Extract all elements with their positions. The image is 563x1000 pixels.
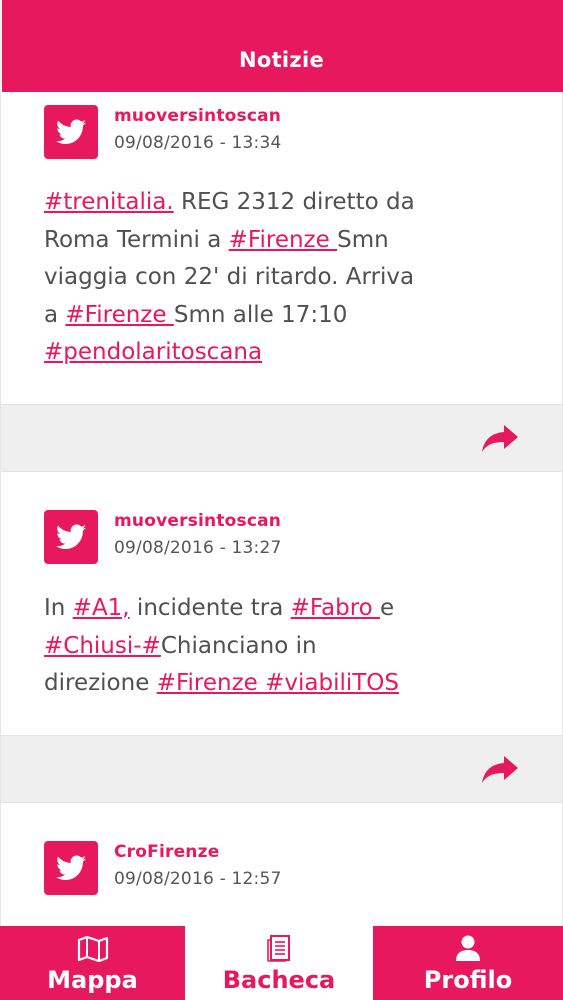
post-text-line: #pendolaritoscana <box>44 334 494 372</box>
hashtag-link[interactable]: #Chiusi-# <box>44 633 161 659</box>
hashtag-link[interactable]: #trenitalia. <box>44 189 174 215</box>
twitter-bird-icon <box>44 841 98 895</box>
page-title: Notizie <box>238 48 324 72</box>
post-text-line: a #Firenze Smn alle 17:10 <box>44 297 494 335</box>
post-action-bar <box>1 404 562 472</box>
map-icon <box>77 936 108 962</box>
post-card: muoversintoscan 09/08/2016 - 13:34 #tren… <box>1 92 562 404</box>
document-icon <box>267 935 290 962</box>
tab-label: Profilo <box>423 966 513 994</box>
header-edge <box>0 0 2 92</box>
hashtag-link[interactable]: #Firenze <box>229 227 337 253</box>
post-text-segment: Smn alle 17:10 <box>173 301 348 328</box>
post-text-segment: Roma Termini a <box>44 226 229 253</box>
post-date: 09/08/2016 - 13:34 <box>114 133 282 153</box>
post-card: muoversintoscan 09/08/2016 - 13:27 In #A… <box>1 472 562 736</box>
post-author[interactable]: muoversintoscan <box>114 511 281 531</box>
post-text-line: #Chiusi-#Chianciano in <box>44 628 494 666</box>
tab-bacheca[interactable]: Bacheca <box>185 926 373 1000</box>
news-feed[interactable]: muoversintoscan 09/08/2016 - 13:34 #tren… <box>0 92 563 926</box>
post-text-segment: Smn <box>337 226 389 253</box>
hashtag-link[interactable]: #Fabro <box>291 595 380 621</box>
tab-label: Bacheca <box>222 966 336 994</box>
user-icon <box>456 935 480 961</box>
post-author[interactable]: CroFirenze <box>114 842 219 862</box>
post-text-segment: incidente tra <box>129 595 291 621</box>
post-text-segment: Chianciano in <box>160 632 317 659</box>
post-text-line: #trenitalia. REG 2312 diretto da <box>44 184 494 222</box>
post-text-segment: viaggia con 22' di ritardo. Arriva <box>44 264 415 290</box>
twitter-bird-icon <box>44 510 98 564</box>
tab-mappa[interactable]: Mappa <box>0 926 185 1000</box>
post-action-bar <box>1 735 562 803</box>
hashtag-link[interactable]: #A1, <box>73 595 130 621</box>
share-arrow-icon[interactable] <box>480 423 520 453</box>
post-card: CroFirenze 09/08/2016 - 12:57 <box>1 803 562 926</box>
top-app-bar: Notizie <box>0 0 563 92</box>
post-date: 09/08/2016 - 12:57 <box>114 869 282 889</box>
post-text-segment: e <box>380 595 395 621</box>
post-text-line: In #A1, incidente tra #Fabro e <box>44 590 494 628</box>
post-text-segment: In <box>44 595 73 621</box>
tab-profilo[interactable]: Profilo <box>373 926 563 1000</box>
post-text: #trenitalia. REG 2312 diretto da Roma Ter… <box>44 184 494 372</box>
hashtag-link[interactable]: #Firenze <box>65 302 173 328</box>
post-text-segment: a <box>44 301 66 328</box>
hashtag-link[interactable]: #pendolaritoscana <box>44 339 262 365</box>
share-arrow-icon[interactable] <box>480 754 520 784</box>
bottom-tab-bar: Mappa Bacheca Profilo <box>0 926 563 1000</box>
hashtag-link[interactable]: #Firenze #viabiliTOS <box>157 670 399 696</box>
post-text-segment: direzione <box>44 670 157 696</box>
post-author[interactable]: muoversintoscan <box>114 106 281 126</box>
post-text-line: Roma Termini a #Firenze Smn <box>44 222 494 260</box>
post-text-line: direzione #Firenze #viabiliTOS <box>44 665 494 703</box>
post-text-line: viaggia con 22' di ritardo. Arriva <box>44 259 494 297</box>
post-date: 09/08/2016 - 13:27 <box>114 538 282 558</box>
post-text-segment: REG 2312 diretto da <box>173 189 415 215</box>
twitter-bird-icon <box>44 105 98 159</box>
tab-label: Mappa <box>47 966 138 994</box>
post-text: In #A1, incidente tra #Fabro e #Chiusi-#C… <box>44 590 494 703</box>
